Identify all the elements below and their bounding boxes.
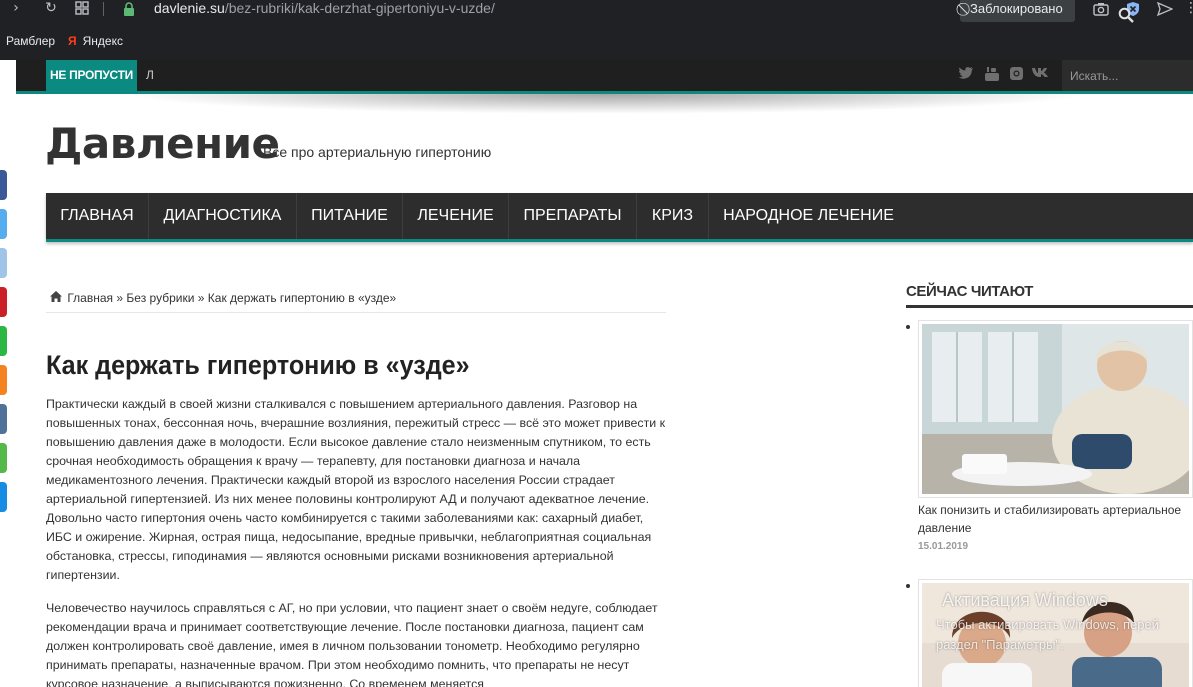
windows-activation-title: Активация Windows — [942, 590, 1108, 610]
send-icon[interactable] — [1155, 0, 1175, 18]
nav-item-nutrition[interactable]: ПИТАНИЕ — [297, 193, 402, 239]
sidebar-title-underline — [906, 305, 1193, 308]
breadcrumb: Главная » Без рубрики » Как держать гипе… — [46, 291, 666, 313]
address-bar[interactable]: davlenie.su/bez-rubriki/kak-derzhat-gipe… — [154, 0, 495, 18]
url-path: /bez-rubriki/kak-derzhat-gipertoniyu-v-u… — [224, 0, 495, 16]
instagram-icon[interactable] — [1006, 66, 1026, 84]
sidebar-title: СЕЙЧАС ЧИТАЮТ — [906, 283, 1034, 300]
breadcrumb-category[interactable]: Без рубрики — [126, 291, 194, 305]
nav-item-crisis[interactable]: КРИЗ — [637, 193, 708, 239]
article-paragraph: Человечество научилось справляться с АГ,… — [46, 601, 658, 687]
home-icon — [50, 291, 64, 305]
more-icon[interactable]: ⋮ — [1181, 0, 1193, 18]
windows-activation-line: раздел "Параметры". — [936, 637, 1064, 652]
site-logo[interactable]: Давление — [45, 118, 280, 170]
list-bullet — [906, 325, 910, 329]
reload-icon[interactable]: ↻ — [41, 0, 61, 18]
nav-item-home[interactable]: ГЛАВНАЯ — [46, 193, 148, 239]
dont-miss-badge: НЕ ПРОПУСТИ — [46, 60, 137, 91]
vk-share-icon[interactable] — [0, 248, 7, 278]
blocked-label: Заблокировано — [970, 1, 1063, 16]
twitter-share-icon[interactable] — [0, 209, 7, 239]
bookmark-yandex[interactable]: Я Яндекс — [68, 30, 123, 52]
blocked-badge[interactable]: ⃠Заблокировано — [960, 0, 1075, 22]
breadcrumb-separator: » — [116, 291, 124, 305]
vk-icon[interactable] — [1030, 66, 1050, 84]
news-ticker[interactable]: Л — [146, 60, 154, 91]
bookmark-rambler[interactable]: Рамблер — [6, 30, 55, 52]
camera-icon[interactable] — [1091, 0, 1111, 18]
article-title: Как держать гипертонию в «узде» — [46, 350, 470, 380]
nav-item-treatment[interactable]: ЛЕЧЕНИЕ — [403, 193, 508, 239]
pinterest-share-icon[interactable] — [0, 287, 7, 317]
nav-item-folk-treatment[interactable]: НАРОДНОЕ ЛЕЧЕНИЕ — [709, 193, 908, 239]
moimir-share-icon[interactable] — [0, 404, 7, 434]
yandex-logo-icon: Я — [68, 34, 77, 48]
youtube-icon[interactable] — [982, 66, 1002, 84]
bookmark-yandex-label: Яндекс — [82, 34, 123, 48]
breadcrumb-separator: » — [197, 291, 205, 305]
screen: › ↻ davlenie.su/bez-rubriki/kak-derzhat-… — [0, 0, 1193, 687]
header-shadow — [120, 94, 1090, 114]
forward-icon[interactable]: › — [6, 0, 26, 18]
breadcrumb-current: Как держать гипертонию в «узде» — [207, 291, 397, 305]
article-paragraph: Практически каждый в своей жизни сталкив… — [46, 397, 666, 582]
url-host: davlenie.su — [154, 0, 225, 16]
post-thumbnail[interactable] — [918, 320, 1193, 498]
breadcrumb-home[interactable]: Главная — [67, 291, 113, 305]
site-tagline: Все про артериальную гипертонию — [263, 144, 492, 160]
sidebar-post-link[interactable]: Как понизить и стабилизировать артериаль… — [918, 501, 1193, 537]
nav-item-drugs[interactable]: ПРЕПАРАТЫ — [509, 193, 636, 239]
thumbnail-image-elderly-woman — [922, 324, 1193, 494]
windows-activation-line: Чтобы активировать Windows, перей — [936, 617, 1160, 632]
thumbnail-frame — [918, 320, 1193, 498]
odnoklassniki-share-icon[interactable] — [0, 365, 7, 395]
site-search — [1062, 60, 1193, 91]
search-icon[interactable] — [1118, 4, 1136, 26]
search-input[interactable] — [1070, 67, 1170, 84]
twitter-icon[interactable] — [956, 66, 976, 84]
toolbar-separator — [103, 2, 104, 16]
sidebar-post-date: 15.01.2019 — [918, 541, 969, 552]
facebook-share-icon[interactable] — [0, 170, 7, 200]
nav-item-diagnostics[interactable]: ДИАГНОСТИКА — [149, 193, 296, 239]
lock-icon[interactable] — [121, 1, 137, 17]
whatsapp-share-icon[interactable] — [0, 326, 7, 356]
list-bullet — [906, 584, 910, 588]
browser-chrome: › ↻ davlenie.su/bez-rubriki/kak-derzhat-… — [0, 0, 1193, 60]
apps-icon[interactable] — [72, 0, 92, 18]
site-topbar: НЕ ПРОПУСТИ Л — [16, 60, 1193, 91]
viber-share-icon[interactable] — [0, 443, 7, 473]
telegram-share-icon[interactable] — [0, 482, 7, 512]
main-nav: ГЛАВНАЯ ДИАГНОСТИКА ПИТАНИЕ ЛЕЧЕНИЕ ПРЕП… — [46, 193, 1193, 242]
windows-activation-hint: Чтобы активировать Windows, перей раздел … — [936, 615, 1159, 655]
